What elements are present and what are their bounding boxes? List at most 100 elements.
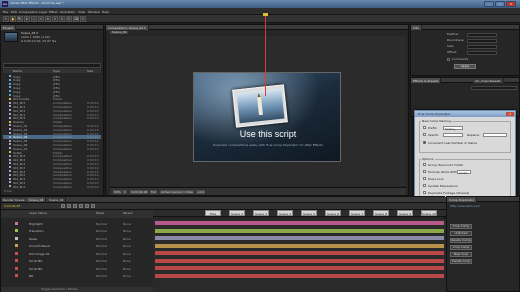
layer-duration-bar[interactable]: [155, 236, 444, 240]
resize-comp-button[interactable]: Resize Comp: [450, 238, 472, 243]
maximize-button[interactable]: □: [495, 1, 505, 7]
exclude-checkbox[interactable]: [423, 170, 426, 173]
brush-tool-icon[interactable]: ✎: [59, 16, 65, 22]
menu-layer[interactable]: Layer: [39, 10, 47, 14]
crop-comp-button[interactable]: Crop Comp: [450, 224, 472, 229]
tab-import-assets[interactable]: QC_ImportAssets: [473, 78, 504, 83]
duplicate-footage-checkbox[interactable]: [423, 191, 426, 194]
group-folder-checkbox[interactable]: [423, 163, 426, 166]
timeline-layer-row[interactable]: Transition Normal None: [1, 229, 153, 233]
layer-label-swatch[interactable]: [15, 236, 18, 240]
layer-duration-bar[interactable]: [155, 221, 444, 225]
comp-mini-flowchart-icon[interactable]: [61, 204, 65, 208]
size-field[interactable]: [467, 45, 497, 49]
timeline-layer-row[interactable]: Highlight Normal None: [1, 221, 153, 226]
roundness-field[interactable]: [467, 39, 497, 43]
draft-3d-icon[interactable]: [67, 204, 71, 208]
prefix-checkbox[interactable]: [423, 126, 426, 129]
comp-marker[interactable]: Scene 8: [373, 210, 389, 216]
layer-mode[interactable]: Normal: [96, 274, 107, 278]
col-name[interactable]: Name: [13, 70, 22, 73]
comp-marker[interactable]: Scene 10: [421, 210, 437, 216]
tab-scene-04[interactable]: Scene_04: [27, 197, 47, 202]
crop-comp-button-2[interactable]: Crop Comp: [450, 245, 472, 250]
anchor-tool-icon[interactable]: ⊹: [31, 16, 37, 22]
view-layout-select[interactable]: 1 View: [182, 190, 194, 194]
replace-input[interactable]: [483, 132, 507, 137]
layer-label-swatch[interactable]: [15, 274, 18, 277]
exclude-input[interactable]: Audio: [457, 169, 471, 175]
zoom-select[interactable]: 50%: [113, 190, 122, 194]
frame-blending-icon[interactable]: [79, 204, 83, 208]
layer-mode[interactable]: Normal: [96, 244, 107, 248]
eraser-tool-icon[interactable]: ⌫: [73, 16, 79, 22]
layer-parent[interactable]: None: [123, 267, 131, 271]
layer-mode[interactable]: Normal: [96, 259, 107, 263]
timeline-layer-row[interactable]: Smooth Bevel Normal None: [1, 244, 153, 248]
hand-tool-icon[interactable]: ✋: [10, 16, 16, 22]
col-type[interactable]: Type: [53, 70, 60, 73]
resolution-select[interactable]: Full: [150, 190, 158, 194]
layer-label-swatch[interactable]: [15, 229, 18, 232]
rectangle-tool-icon[interactable]: ▭: [38, 16, 44, 22]
layer-duration-bar[interactable]: [155, 273, 444, 278]
tab-composition[interactable]: Composition: Scene_04 ▾: [106, 25, 149, 30]
comp-marker[interactable]: Scene 2: [229, 210, 245, 216]
pen-tool-icon[interactable]: ✒: [45, 16, 51, 22]
layer-parent[interactable]: None: [123, 229, 131, 233]
dupe-lock-checkbox[interactable]: [423, 177, 426, 180]
timeline-ruler[interactable]: Title Scene 2 Scene 3 Scene 4 Scene 5 Scene 6…: [153, 210, 446, 217]
playhead-handle[interactable]: [263, 13, 268, 16]
comp-marker[interactable]: Scene 5: [301, 210, 317, 216]
update-expressions-checkbox[interactable]: [423, 184, 426, 187]
col-parent[interactable]: Parent: [123, 212, 133, 215]
prefix-input[interactable]: Scene_: [443, 125, 463, 131]
zoom-tool-icon[interactable]: 🔍: [17, 16, 23, 22]
tab-scene-04-b[interactable]: Scene_04: [47, 197, 67, 202]
timeline-layer-row[interactable]: Scroll BG Normal None: [1, 259, 153, 263]
zoom-dropdown-icon[interactable]: ▾: [123, 190, 127, 194]
comp-marker[interactable]: Scene 7: [349, 210, 365, 216]
timeline-layer-row[interactable]: BG Normal None: [1, 274, 153, 278]
playhead[interactable]: [265, 13, 266, 96]
menu-help[interactable]: Help: [102, 10, 109, 14]
comp-marker[interactable]: Scene 4: [277, 210, 293, 216]
tab-effects[interactable]: Effects & Presets: [411, 78, 442, 83]
search-input[interactable]: [443, 132, 463, 137]
tab-render-queue[interactable]: Render Queue: [1, 197, 28, 202]
offset-field[interactable]: [467, 51, 497, 55]
timeline-layer-row[interactable]: Pict Image 01 Normal None: [1, 251, 153, 256]
menu-view[interactable]: View: [78, 10, 85, 14]
menu-window[interactable]: Window: [88, 10, 100, 14]
increment-checkbox[interactable]: [423, 141, 426, 144]
graph-editor-icon[interactable]: [91, 204, 95, 208]
menu-file[interactable]: File: [3, 10, 8, 14]
layer-duration-bar[interactable]: [155, 266, 444, 270]
comp-marker[interactable]: Title: [205, 210, 221, 216]
motion-blur-icon[interactable]: [85, 204, 89, 208]
exposure-value[interactable]: +0.0: [196, 190, 206, 194]
timeline-timecode[interactable]: 0;00;04;26: [4, 205, 20, 208]
col-size[interactable]: Size: [87, 70, 93, 73]
layer-label-swatch[interactable]: [15, 251, 18, 255]
feather-field[interactable]: [467, 33, 497, 37]
selection-tool-icon[interactable]: ↖: [3, 16, 9, 22]
comp-subtab[interactable]: Scene_04: [110, 31, 129, 34]
menu-animation[interactable]: Animation: [60, 10, 75, 14]
rotate-tool-icon[interactable]: ↻: [24, 16, 30, 22]
timeline-layer-row[interactable]: Scroll BG Normal None: [1, 266, 153, 271]
layer-duration-bar[interactable]: [155, 243, 444, 248]
menu-edit[interactable]: Edit: [11, 10, 17, 14]
layer-mode[interactable]: Normal: [96, 252, 107, 256]
layer-duration-bar[interactable]: [155, 258, 444, 263]
apply-button[interactable]: Apply: [454, 64, 476, 69]
delete-crop-button[interactable]: Delete Crop: [450, 259, 472, 264]
puppet-tool-icon[interactable]: ✦: [80, 16, 86, 22]
layer-label-swatch[interactable]: [15, 266, 18, 270]
comp-marker[interactable]: Scene 6: [325, 210, 341, 216]
layer-duration-bar[interactable]: [155, 251, 444, 255]
layer-parent[interactable]: None: [123, 252, 131, 256]
layer-parent[interactable]: None: [123, 259, 131, 263]
layer-duration-bar[interactable]: [155, 228, 444, 233]
search-checkbox[interactable]: [423, 133, 426, 136]
